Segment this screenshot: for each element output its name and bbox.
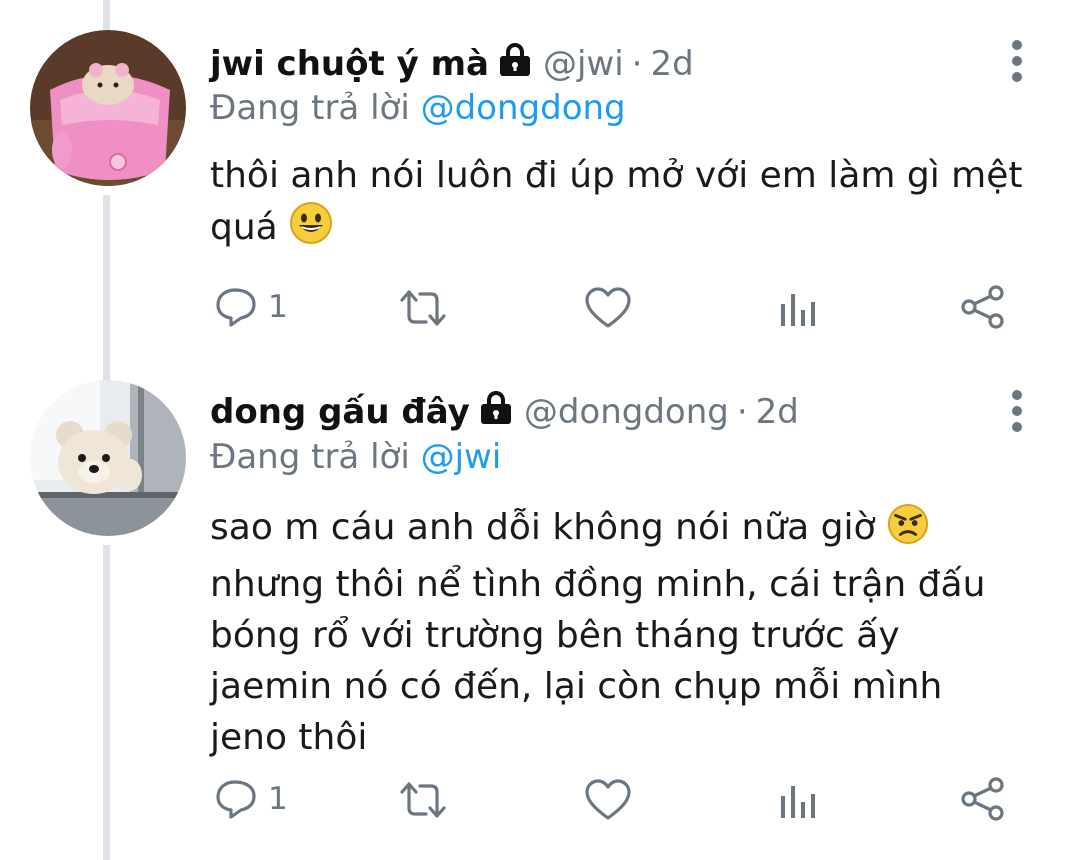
avatar[interactable] <box>30 380 186 536</box>
separator: · <box>736 392 748 432</box>
reply-count: 1 <box>268 289 288 325</box>
replying-to: Đang trả lời @jwi <box>210 437 501 477</box>
handle[interactable]: @jwi <box>543 44 624 84</box>
retweet-icon <box>400 290 446 326</box>
thread-line-bottom <box>103 545 110 860</box>
avatar[interactable] <box>30 30 186 186</box>
lock-icon <box>497 42 533 86</box>
reply-icon <box>216 288 256 327</box>
analytics-icon <box>781 786 815 818</box>
like-button[interactable] <box>584 778 632 822</box>
share-icon <box>961 285 1004 329</box>
tweet-text-line: sao m cáu anh dỗi không nói nữa giờ <box>210 502 1050 559</box>
tweet-text-line: nhưng thôi nể tình đồng minh, cái trận đ… <box>210 564 986 605</box>
tweet-text-line: bóng rổ với trường bên tháng trước ấy <box>210 615 900 656</box>
lock-icon <box>478 390 514 434</box>
more-icon[interactable] <box>1012 390 1022 438</box>
like-button[interactable] <box>584 286 632 330</box>
reply-button[interactable]: 1 <box>214 286 288 328</box>
more-icon[interactable] <box>1012 40 1022 88</box>
display-name[interactable]: jwi chuột ý mà <box>210 44 489 84</box>
mention-link[interactable]: @dongdong <box>421 88 626 128</box>
reply-count: 1 <box>268 781 288 817</box>
tweet-text-line: jaemin nó có đến, lại còn chụp mỗi mình <box>210 666 943 707</box>
grinning-face-emoji <box>289 201 333 259</box>
avatar-image <box>30 30 186 186</box>
tweet-header: dong gấu đây @dongdong · 2d <box>210 388 799 436</box>
share-icon <box>961 777 1004 821</box>
thread-line-top <box>103 0 110 30</box>
share-button[interactable] <box>960 776 1006 822</box>
tweet-text: sao m cáu anh dỗi không nói nữa giờ nhưn… <box>210 502 1050 763</box>
analytics-button[interactable] <box>778 290 816 328</box>
like-icon <box>585 779 631 820</box>
display-name[interactable]: dong gấu đây <box>210 392 470 432</box>
mention-link[interactable]: @jwi <box>421 437 502 477</box>
replying-prefix: Đang trả lời <box>210 88 410 128</box>
retweet-button[interactable] <box>398 780 448 820</box>
reply-icon <box>216 780 256 819</box>
replying-to: Đang trả lời @dongdong <box>210 88 626 128</box>
share-button[interactable] <box>960 284 1006 330</box>
tweet-text: thôi anh nói luôn đi úp mở với em làm gì… <box>210 150 1050 259</box>
reply-button[interactable]: 1 <box>214 778 288 820</box>
avatar-image <box>30 380 186 536</box>
replying-prefix: Đang trả lời <box>210 437 410 477</box>
thread-line-middle <box>103 195 110 380</box>
timestamp[interactable]: 2d <box>650 44 693 84</box>
timestamp[interactable]: 2d <box>756 392 799 432</box>
retweet-icon <box>400 782 446 818</box>
retweet-button[interactable] <box>398 288 448 328</box>
angry-face-emoji <box>887 503 929 559</box>
analytics-button[interactable] <box>778 782 816 820</box>
tweet-text-line: jeno thôi <box>210 717 368 758</box>
handle[interactable]: @dongdong <box>524 392 729 432</box>
analytics-icon <box>781 294 815 326</box>
tweet-header: jwi chuột ý mà @jwi · 2d <box>210 40 694 88</box>
like-icon <box>585 287 631 328</box>
separator: · <box>631 44 643 84</box>
